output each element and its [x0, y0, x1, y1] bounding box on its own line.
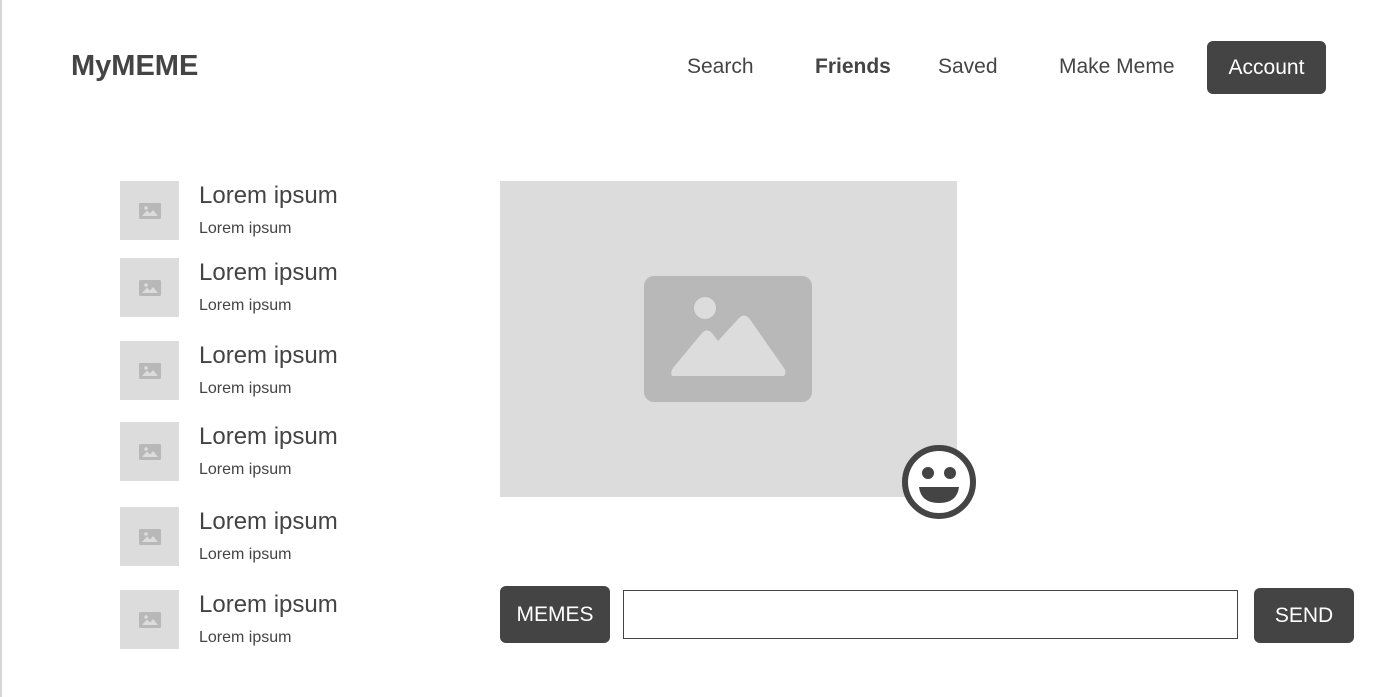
- image-placeholder-icon: [138, 202, 161, 219]
- image-placeholder-icon: [138, 279, 161, 296]
- friend-item[interactable]: Lorem ipsum Lorem ipsum: [120, 507, 420, 567]
- friend-name: Lorem ipsum: [199, 182, 338, 209]
- friend-name: Lorem ipsum: [199, 591, 338, 618]
- friend-item[interactable]: Lorem ipsum Lorem ipsum: [120, 590, 420, 650]
- friend-name: Lorem ipsum: [199, 508, 338, 535]
- friend-subtitle: Lorem ipsum: [199, 380, 292, 397]
- friend-avatar: [120, 341, 179, 400]
- friend-name: Lorem ipsum: [199, 423, 338, 450]
- friend-name: Lorem ipsum: [199, 259, 338, 286]
- friend-subtitle: Lorem ipsum: [199, 297, 292, 314]
- friend-item[interactable]: Lorem ipsum Lorem ipsum: [120, 258, 420, 318]
- friend-subtitle: Lorem ipsum: [199, 461, 292, 478]
- image-placeholder-icon: [138, 528, 161, 545]
- nav-make-meme[interactable]: Make Meme: [1059, 55, 1175, 79]
- friend-name: Lorem ipsum: [199, 342, 338, 369]
- memes-button[interactable]: MEMES: [500, 586, 610, 643]
- friend-avatar: [120, 181, 179, 240]
- friend-subtitle: Lorem ipsum: [199, 220, 292, 237]
- friend-item[interactable]: Lorem ipsum Lorem ipsum: [120, 341, 420, 401]
- nav-saved[interactable]: Saved: [938, 55, 998, 79]
- meme-preview[interactable]: [500, 181, 957, 497]
- image-placeholder-icon: [644, 276, 812, 402]
- friend-avatar: [120, 258, 179, 317]
- friend-avatar: [120, 422, 179, 481]
- nav-search[interactable]: Search: [687, 55, 754, 79]
- friend-item[interactable]: Lorem ipsum Lorem ipsum: [120, 422, 420, 482]
- friend-item[interactable]: Lorem ipsum Lorem ipsum: [120, 181, 420, 241]
- page-left-border: [0, 0, 2, 697]
- friend-subtitle: Lorem ipsum: [199, 546, 292, 563]
- account-button[interactable]: Account: [1207, 41, 1326, 94]
- image-placeholder-icon: [138, 362, 161, 379]
- smiley-face-icon[interactable]: [900, 443, 978, 521]
- friend-avatar: [120, 507, 179, 566]
- friend-avatar: [120, 590, 179, 649]
- image-placeholder-icon: [138, 443, 161, 460]
- friend-subtitle: Lorem ipsum: [199, 629, 292, 646]
- image-placeholder-icon: [138, 611, 161, 628]
- send-button[interactable]: SEND: [1254, 588, 1354, 643]
- nav-friends[interactable]: Friends: [815, 55, 891, 79]
- message-input[interactable]: [623, 590, 1238, 639]
- brand-logo[interactable]: MyMEME: [71, 50, 198, 83]
